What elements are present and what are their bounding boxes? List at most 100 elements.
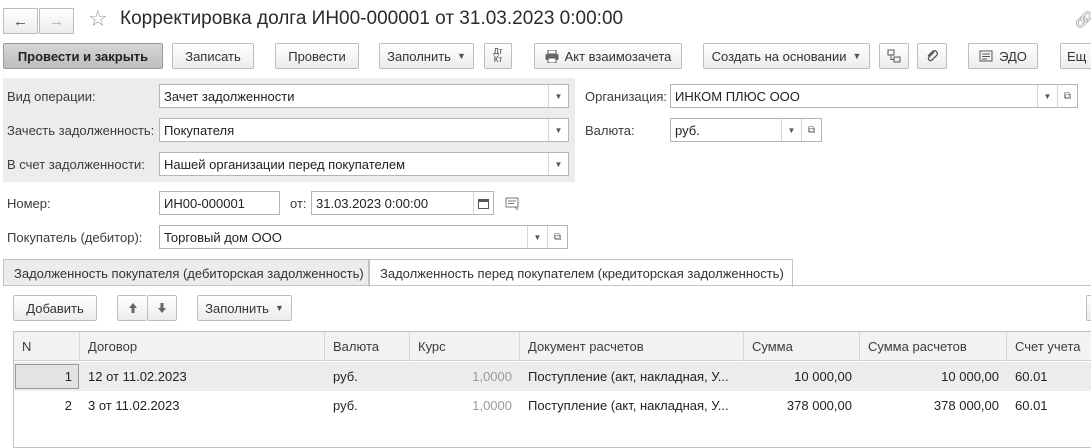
- buyer-label: Покупатель (дебитор):: [7, 230, 143, 245]
- create-based-button[interactable]: Создать на основании ▼: [703, 43, 870, 69]
- more-button[interactable]: Ещ: [1060, 43, 1091, 69]
- dropdown-arrow-icon[interactable]: ▼: [1037, 85, 1057, 107]
- column-header-settle-sum[interactable]: Сумма расчетов: [860, 332, 1007, 361]
- date-value: 31.03.2023 0:00:00: [316, 195, 429, 211]
- open-icon[interactable]: ⧉: [547, 226, 567, 248]
- post-and-close-label: Провести и закрыть: [17, 48, 149, 64]
- tab-receivables[interactable]: Задолженность покупателя (дебиторская за…: [3, 259, 369, 286]
- edo-button[interactable]: ЭДО: [968, 43, 1038, 69]
- write-label: Записать: [185, 48, 241, 64]
- buyer-value: Торговый дом ООО: [164, 229, 282, 245]
- arrow-left-icon: ←: [13, 12, 28, 30]
- calendar-icon[interactable]: [473, 192, 493, 214]
- to-debt-label: В счет задолженности:: [7, 157, 145, 172]
- date-from-label: от:: [290, 196, 307, 211]
- forward-button[interactable]: →: [39, 8, 74, 34]
- move-down-button[interactable]: [147, 295, 177, 321]
- fill-menu-button[interactable]: Заполнить ▼: [379, 43, 474, 69]
- attach-button[interactable]: [917, 43, 947, 69]
- row-sum: 10 000,00: [794, 369, 852, 384]
- op-type-select[interactable]: Зачет задолженности ▼: [159, 84, 569, 108]
- offset-label: Зачесть задолженность:: [7, 123, 155, 138]
- column-header-account[interactable]: Счет учета: [1007, 332, 1091, 361]
- row-settle-sum: 10 000,00: [941, 369, 999, 384]
- document-structure-icon: [887, 49, 901, 63]
- post-and-close-button[interactable]: Провести и закрыть: [3, 43, 163, 69]
- currency-label: Валюта:: [585, 123, 635, 138]
- arrow-right-icon: →: [49, 12, 64, 30]
- add-row-button[interactable]: Добавить: [13, 295, 97, 321]
- tab-payables[interactable]: Задолженность перед покупателем (кредито…: [369, 259, 793, 287]
- arrow-down-icon: [158, 303, 166, 313]
- row-account: 60.01: [1015, 398, 1048, 413]
- row-number: 1: [64, 369, 72, 384]
- dropdown-arrow-icon[interactable]: ▼: [781, 119, 801, 141]
- row-number: 2: [64, 398, 72, 413]
- table-row[interactable]: 1 12 от 11.02.2023 руб. 1,0000 Поступлен…: [14, 362, 1091, 391]
- dt-kt-button[interactable]: Дт Кт: [484, 43, 512, 69]
- link-icon[interactable]: 🔗︎: [1074, 10, 1091, 30]
- add-row-label: Добавить: [26, 300, 84, 316]
- row-account: 60.01: [1015, 369, 1048, 384]
- op-type-value: Зачет задолженности: [164, 88, 295, 104]
- offset-select[interactable]: Покупателя ▼: [159, 118, 569, 142]
- offset-value: Покупателя: [164, 122, 235, 138]
- column-header-rate[interactable]: Курс: [410, 332, 520, 361]
- comment-icon[interactable]: [505, 197, 521, 214]
- row-contract: 12 от 11.02.2023: [88, 369, 187, 384]
- offset-act-label: Акт взаимозачета: [564, 48, 672, 64]
- post-label: Провести: [288, 48, 346, 64]
- table-header: N Договор Валюта Курс Документ расчетов …: [14, 332, 1091, 361]
- move-up-button[interactable]: [117, 295, 147, 321]
- row-document: Поступление (акт, накладная, У...: [528, 369, 729, 384]
- arrow-up-icon: [128, 303, 137, 313]
- to-debt-select[interactable]: Нашей организации перед покупателем ▼: [159, 152, 569, 176]
- column-header-contract[interactable]: Договор: [80, 332, 325, 361]
- date-input[interactable]: 31.03.2023 0:00:00: [311, 191, 494, 215]
- number-value: ИН00-000001: [164, 195, 245, 211]
- page-title: Корректировка долга ИН00-000001 от 31.03…: [120, 8, 624, 29]
- number-input[interactable]: ИН00-000001: [159, 191, 280, 215]
- post-button[interactable]: Провести: [275, 43, 359, 69]
- row-contract: 3 от 11.02.2023: [88, 398, 180, 413]
- write-button[interactable]: Записать: [172, 43, 254, 69]
- dropdown-arrow-icon[interactable]: ▼: [548, 119, 568, 141]
- tab-divider: [3, 285, 1091, 286]
- structure-button[interactable]: [879, 43, 909, 69]
- printer-icon: [545, 49, 559, 63]
- offset-act-button[interactable]: Акт взаимозачета: [534, 43, 682, 69]
- caret-down-icon: ▼: [456, 51, 466, 61]
- buyer-field[interactable]: Торговый дом ООО ▼ ⧉: [159, 225, 568, 249]
- row-currency: руб.: [333, 398, 358, 413]
- column-header-sum[interactable]: Сумма: [744, 332, 860, 361]
- table-fill-button[interactable]: Заполнить ▼: [197, 295, 292, 321]
- currency-field[interactable]: руб. ▼ ⧉: [670, 118, 822, 142]
- row-rate: 1,0000: [472, 369, 512, 384]
- row-currency: руб.: [333, 369, 358, 384]
- column-header-document[interactable]: Документ расчетов: [520, 332, 744, 361]
- caret-down-icon: ▼: [274, 303, 284, 313]
- column-header-n[interactable]: N: [14, 332, 80, 361]
- back-button[interactable]: ←: [3, 8, 38, 34]
- favorite-star-icon[interactable]: ☆: [88, 6, 108, 32]
- dropdown-arrow-icon[interactable]: ▼: [548, 85, 568, 107]
- row-document: Поступление (акт, накладная, У...: [528, 398, 729, 413]
- dt-kt-icon: Дт Кт: [493, 47, 503, 64]
- edo-icon: [979, 50, 993, 62]
- table-fill-label: Заполнить: [205, 300, 269, 316]
- to-debt-value: Нашей организации перед покупателем: [164, 156, 406, 172]
- caret-down-icon: ▼: [852, 51, 862, 61]
- open-icon[interactable]: ⧉: [801, 119, 821, 141]
- table-row[interactable]: 2 3 от 11.02.2023 руб. 1,0000 Поступлени…: [14, 391, 1091, 420]
- open-icon[interactable]: ⧉: [1057, 85, 1077, 107]
- debts-table: N Договор Валюта Курс Документ расчетов …: [13, 331, 1091, 448]
- row-sum: 378 000,00: [786, 398, 852, 413]
- table-more-button[interactable]: [1086, 295, 1091, 321]
- dropdown-arrow-icon[interactable]: ▼: [548, 153, 568, 175]
- op-type-label: Вид операции:: [7, 89, 96, 104]
- number-label: Номер:: [7, 196, 51, 211]
- column-header-currency[interactable]: Валюта: [325, 332, 410, 361]
- dropdown-arrow-icon[interactable]: ▼: [527, 226, 547, 248]
- organization-value: ИНКОМ ПЛЮС ООО: [675, 88, 800, 104]
- organization-field[interactable]: ИНКОМ ПЛЮС ООО ▼ ⧉: [670, 84, 1078, 108]
